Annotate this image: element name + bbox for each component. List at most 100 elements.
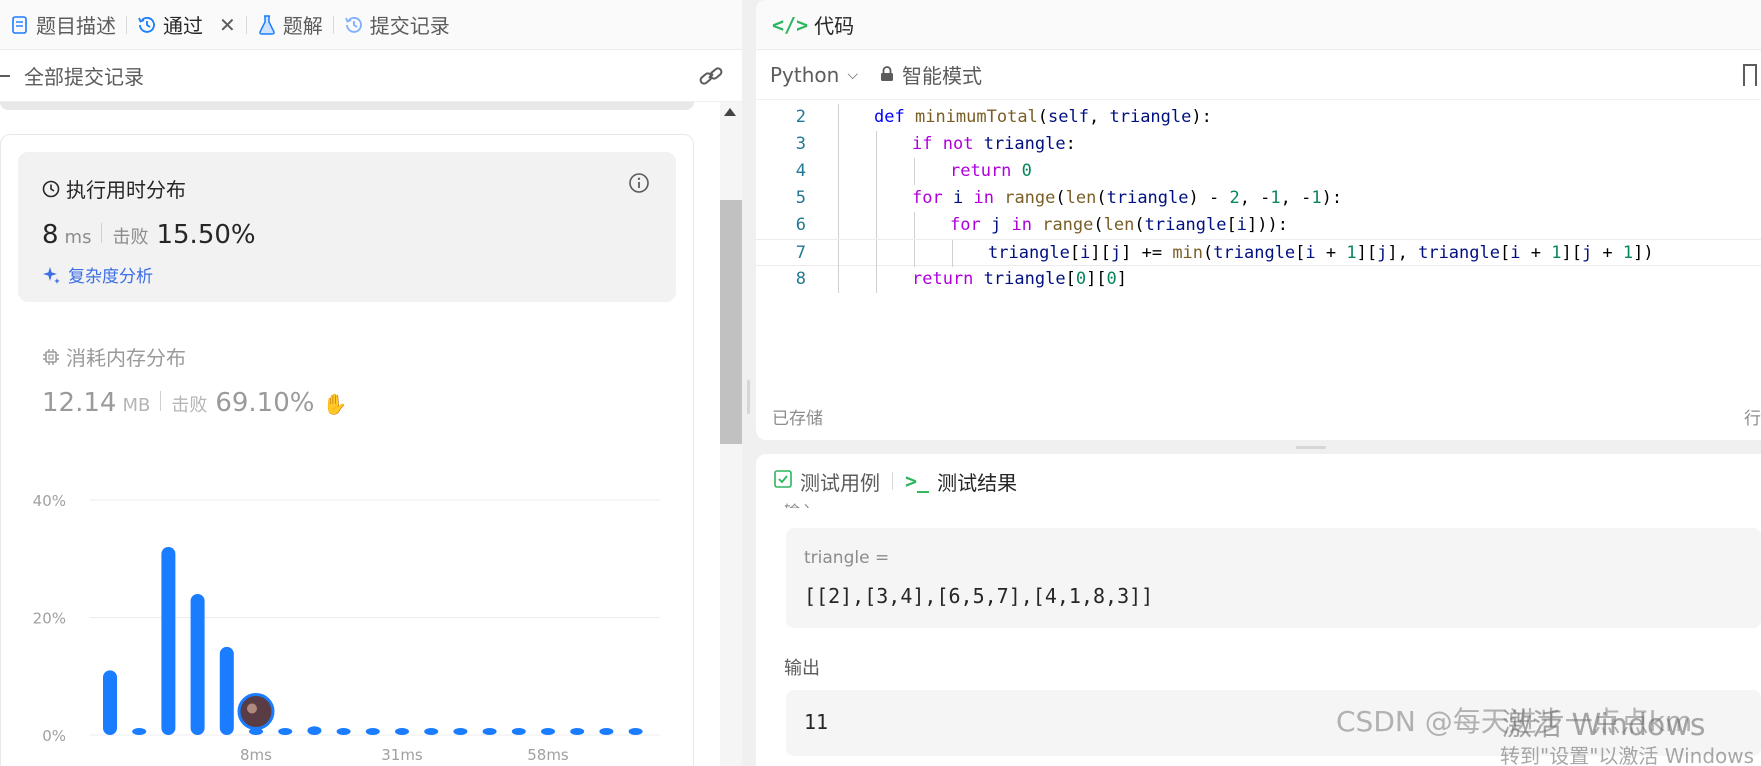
horizontal-divider-handle[interactable] bbox=[1296, 446, 1326, 449]
code-line[interactable]: 2 def minimumTotal(self, triangle): bbox=[756, 104, 1761, 131]
test-panel-tabs: 测试用例 >_ 测试结果 bbox=[756, 454, 1761, 508]
tab-test-cases[interactable]: 测试用例 bbox=[800, 467, 880, 496]
indent-guide bbox=[876, 158, 877, 185]
scroll-up-arrow-icon[interactable] bbox=[724, 108, 736, 116]
tab-solutions[interactable]: 题解 bbox=[247, 0, 333, 50]
screen: 题目描述 通过 ✕ 题解 提交记录 全部提交记录 执行用时分布 8 ms 击败 … bbox=[0, 0, 1761, 766]
memory-title[interactable]: 消耗内存分布 bbox=[42, 342, 186, 371]
link-icon[interactable] bbox=[698, 64, 724, 88]
indent-guide bbox=[914, 240, 915, 267]
code-line[interactable]: 6 for j in range(len(triangle[i])): bbox=[756, 212, 1761, 239]
tab-description[interactable]: 题目描述 bbox=[0, 0, 126, 50]
all-submissions-header[interactable]: 全部提交记录 bbox=[0, 50, 742, 102]
y-tick-label: 40% bbox=[33, 492, 66, 510]
chart-bar bbox=[161, 547, 176, 735]
output-label: 输出 bbox=[784, 658, 820, 679]
runtime-title-text: 执行用时分布 bbox=[66, 178, 186, 202]
indent-guide bbox=[914, 212, 915, 239]
indent-guide bbox=[838, 212, 839, 239]
memory-beat-value: 69.10% bbox=[215, 388, 315, 418]
scrollbar-thumb[interactable] bbox=[720, 200, 742, 444]
chart-bar bbox=[219, 646, 234, 735]
activate-windows-title: 激活 Windows bbox=[1502, 708, 1706, 743]
memory-value: 12.14 MB 击败 69.10% ✋ bbox=[42, 388, 347, 418]
clap-icon: ✋ bbox=[322, 392, 348, 416]
line-number: 7 bbox=[795, 243, 806, 263]
code-text: return triangle[0][0] bbox=[912, 269, 1128, 289]
tab-test-results[interactable]: 测试结果 bbox=[937, 467, 1017, 496]
tab-description-label: 题目描述 bbox=[36, 14, 116, 38]
back-icon[interactable] bbox=[0, 74, 10, 77]
memory-number: 12.14 bbox=[42, 388, 117, 418]
line-number: 6 bbox=[795, 215, 806, 235]
sparkle-icon bbox=[43, 266, 60, 284]
input-box bbox=[786, 528, 1761, 628]
indent-guide bbox=[838, 131, 839, 158]
runtime-value: 8 ms 击败 15.50% bbox=[42, 220, 256, 250]
value-separator bbox=[101, 223, 103, 243]
chart-bar bbox=[395, 728, 409, 735]
runtime-title: 执行用时分布 bbox=[42, 174, 186, 203]
code-editor[interactable]: 2 def minimumTotal(self, triangle): 3 if no… bbox=[756, 104, 1761, 293]
code-title: 代码 bbox=[814, 14, 855, 38]
memory-beat-label: 击败 bbox=[171, 395, 208, 416]
tab-submissions[interactable]: 提交记录 bbox=[334, 0, 460, 50]
divider-handle[interactable] bbox=[747, 380, 750, 414]
indent-guide bbox=[838, 240, 839, 267]
close-icon[interactable]: ✕ bbox=[219, 13, 236, 37]
code-line[interactable]: 5 for i in range(len(triangle) - 2, -1, -… bbox=[756, 185, 1761, 212]
code-line[interactable]: 4 return 0 bbox=[756, 158, 1761, 185]
clock-icon bbox=[42, 180, 60, 197]
info-icon[interactable] bbox=[628, 172, 650, 194]
memory-unit: MB bbox=[122, 395, 151, 416]
tab-solutions-label: 题解 bbox=[282, 14, 323, 38]
chart-bar bbox=[511, 728, 526, 735]
language-select[interactable]: Python bbox=[770, 63, 839, 87]
input-label: 输入 bbox=[784, 498, 816, 508]
line-number: 5 bbox=[795, 188, 806, 208]
memory-title-text: 消耗内存分布 bbox=[66, 346, 186, 370]
saved-status: 已存储 bbox=[772, 409, 823, 429]
code-line[interactable]: 7 triangle[i][j] += min(triangle[i + 1][j… bbox=[756, 239, 1761, 267]
indent-guide bbox=[838, 104, 839, 131]
output-value: 11 bbox=[804, 710, 829, 734]
code-line[interactable]: 8 return triangle[0][0] bbox=[756, 266, 1761, 293]
chart-bar bbox=[599, 728, 614, 735]
chart-bar bbox=[482, 728, 497, 735]
line-number: 2 bbox=[795, 107, 806, 127]
bookmark-icon[interactable] bbox=[1743, 64, 1757, 86]
complexity-analysis-link[interactable]: 复杂度分析 bbox=[42, 262, 153, 287]
chevron-down-icon[interactable]: ⌵ bbox=[847, 67, 858, 83]
indent-guide bbox=[876, 266, 877, 293]
y-tick-label: 0% bbox=[42, 727, 66, 745]
runtime-unit: ms bbox=[64, 227, 92, 248]
tab-submissions-label: 提交记录 bbox=[369, 14, 450, 38]
indent-guide bbox=[838, 158, 839, 185]
chart-bar bbox=[103, 670, 117, 735]
tab-separator bbox=[892, 472, 893, 490]
submission-panel: 题目描述 通过 ✕ 题解 提交记录 全部提交记录 执行用时分布 8 ms 击败 … bbox=[0, 0, 742, 766]
code-toolbar: Python ⌵ 智能模式 bbox=[756, 50, 1761, 100]
indent-guide bbox=[952, 240, 953, 267]
activate-windows-subtitle: 转到"设置"以激活 Windows bbox=[1500, 744, 1755, 766]
code-line[interactable]: 3 if not triangle: bbox=[756, 131, 1761, 158]
chart-bar bbox=[424, 728, 439, 735]
x-tick-label: 58ms bbox=[527, 746, 569, 764]
tab-passed[interactable]: 通过 ✕ bbox=[127, 0, 246, 50]
input-variable-name: triangle = bbox=[804, 548, 890, 568]
left-tab-bar: 题目描述 通过 ✕ 题解 提交记录 bbox=[0, 0, 742, 50]
flask-icon bbox=[257, 14, 277, 35]
smart-mode-label[interactable]: 智能模式 bbox=[902, 60, 982, 89]
code-text: for j in range(len(triangle[i])): bbox=[950, 215, 1288, 235]
chart-bar bbox=[453, 728, 468, 735]
chart-bar bbox=[365, 728, 380, 735]
avatar-detail bbox=[247, 703, 257, 714]
indent-guide bbox=[914, 158, 915, 185]
chart-bar bbox=[541, 728, 555, 735]
history-icon bbox=[137, 15, 157, 35]
code-text: if not triangle: bbox=[912, 134, 1076, 154]
chart-bar bbox=[190, 594, 205, 735]
code-icon: </> bbox=[772, 12, 809, 37]
line-number: 4 bbox=[795, 161, 806, 181]
indent-guide bbox=[876, 212, 877, 239]
